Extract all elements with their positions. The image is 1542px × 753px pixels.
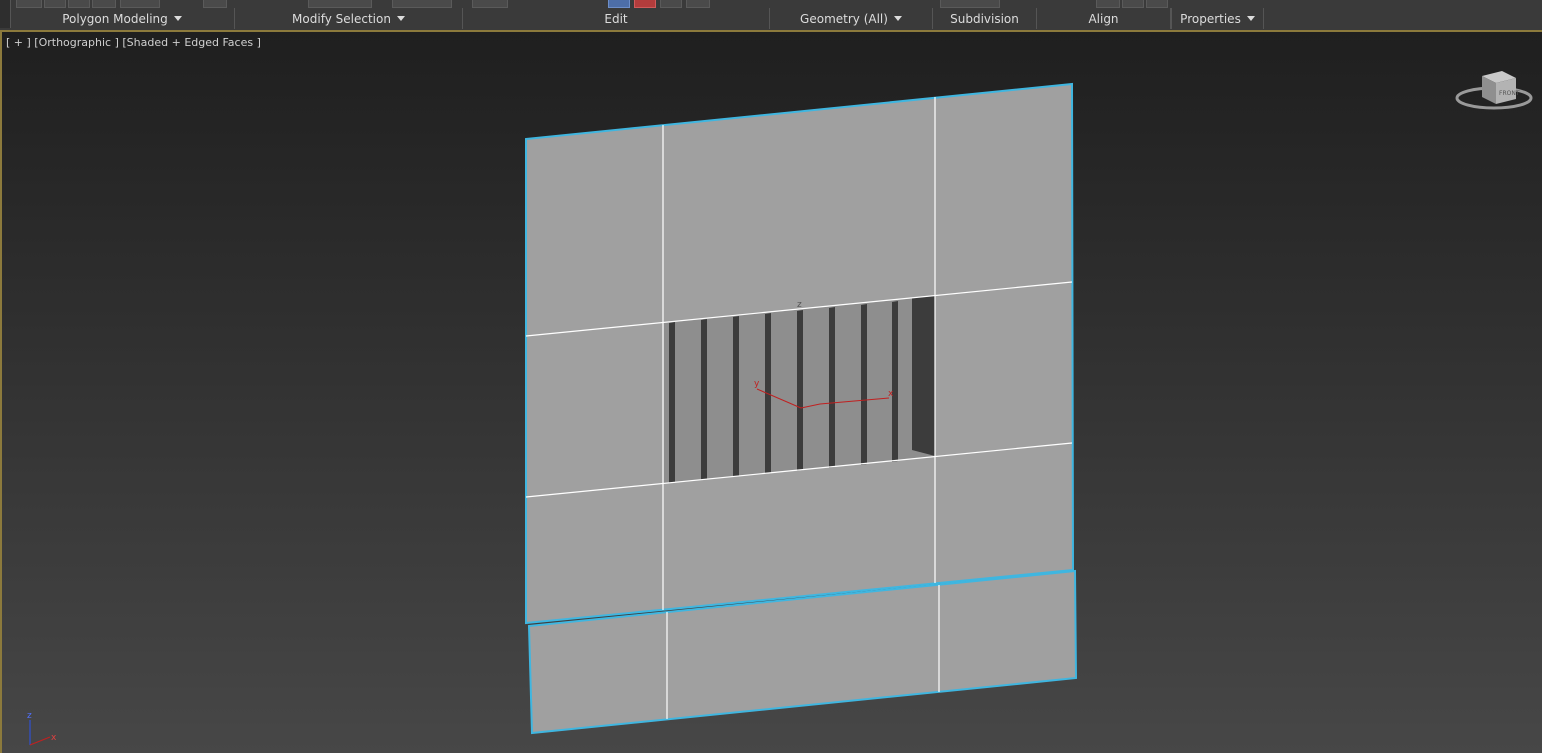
ribbon-tool-button[interactable]: [1096, 0, 1120, 8]
ribbon-tool-button[interactable]: [392, 0, 452, 8]
dropdown-arrow-icon: [173, 16, 182, 21]
slat: [861, 304, 867, 465]
ribbon-tool-button[interactable]: [1146, 0, 1168, 8]
ribbon-section-label: Subdivision: [950, 11, 1019, 26]
slat: [701, 319, 707, 480]
dropdown-arrow-icon: [396, 16, 405, 21]
slat: [892, 301, 898, 462]
ribbon-tool-button[interactable]: [203, 0, 227, 8]
axis-tripod: z x: [27, 711, 57, 746]
gizmo-z-label: z: [797, 300, 802, 310]
slat: [733, 316, 739, 477]
ribbon-tool-button[interactable]: [634, 0, 656, 8]
scene-canvas[interactable]: z y x z x: [2, 32, 1542, 753]
ribbon-tool-button[interactable]: [44, 0, 66, 8]
ribbon-section-label: Polygon Modeling: [62, 11, 168, 26]
ribbon-tool-button[interactable]: [608, 0, 630, 8]
ribbon-tool-button[interactable]: [16, 0, 42, 8]
viewcube-icon[interactable]: FRONT: [1454, 68, 1536, 120]
slat: [829, 307, 835, 468]
dropdown-arrow-icon: [1246, 16, 1255, 21]
tripod-x-label: x: [51, 733, 57, 743]
ribbon-section-modify-selection[interactable]: Modify Selection: [235, 8, 463, 29]
tripod-z-label: z: [27, 711, 32, 721]
gizmo-y-label: y: [754, 379, 760, 389]
ribbon-tool-button[interactable]: [660, 0, 682, 8]
ribbon-section-label: Modify Selection: [292, 11, 391, 26]
ribbon-tool-button[interactable]: [68, 0, 90, 8]
slat-end-shadow: [912, 296, 935, 456]
ribbon-section-label: Properties: [1180, 11, 1241, 26]
ribbon-tool-button[interactable]: [686, 0, 710, 8]
gizmo-x-label: x: [888, 389, 894, 399]
ribbon-section-align[interactable]: Align: [1037, 8, 1171, 29]
ribbon-section-edit[interactable]: Edit: [463, 8, 770, 29]
viewport-perspective[interactable]: [ + ] [Orthographic ] [Shaded + Edged Fa…: [0, 32, 1542, 753]
ribbon-section-label: Edit: [604, 11, 628, 26]
ribbon-tool-button[interactable]: [940, 0, 1000, 8]
slat: [669, 322, 675, 483]
ribbon-section-subdivision[interactable]: Subdivision: [933, 8, 1037, 29]
ribbon-tool-button[interactable]: [92, 0, 116, 8]
ribbon-section-geometry-all[interactable]: Geometry (All): [770, 8, 933, 29]
tripod-x-axis: [29, 736, 51, 746]
slat: [797, 310, 803, 471]
command-ribbon: Polygon Modeling Modify Selection Edit G…: [0, 0, 1542, 32]
dropdown-arrow-icon: [893, 16, 902, 21]
ribbon-tool-button[interactable]: [472, 0, 508, 8]
ribbon-tool-button[interactable]: [308, 0, 372, 8]
ribbon-section-label: Align: [1088, 11, 1119, 26]
ribbon-tool-button[interactable]: [1122, 0, 1144, 8]
ribbon-tool-button[interactable]: [120, 0, 160, 8]
ribbon-section-label: Geometry (All): [800, 11, 888, 26]
ribbon-section-polygon-modeling[interactable]: Polygon Modeling: [10, 8, 235, 29]
viewcube-face-label: FRONT: [1499, 90, 1520, 97]
ribbon-section-properties[interactable]: Properties: [1171, 8, 1264, 29]
